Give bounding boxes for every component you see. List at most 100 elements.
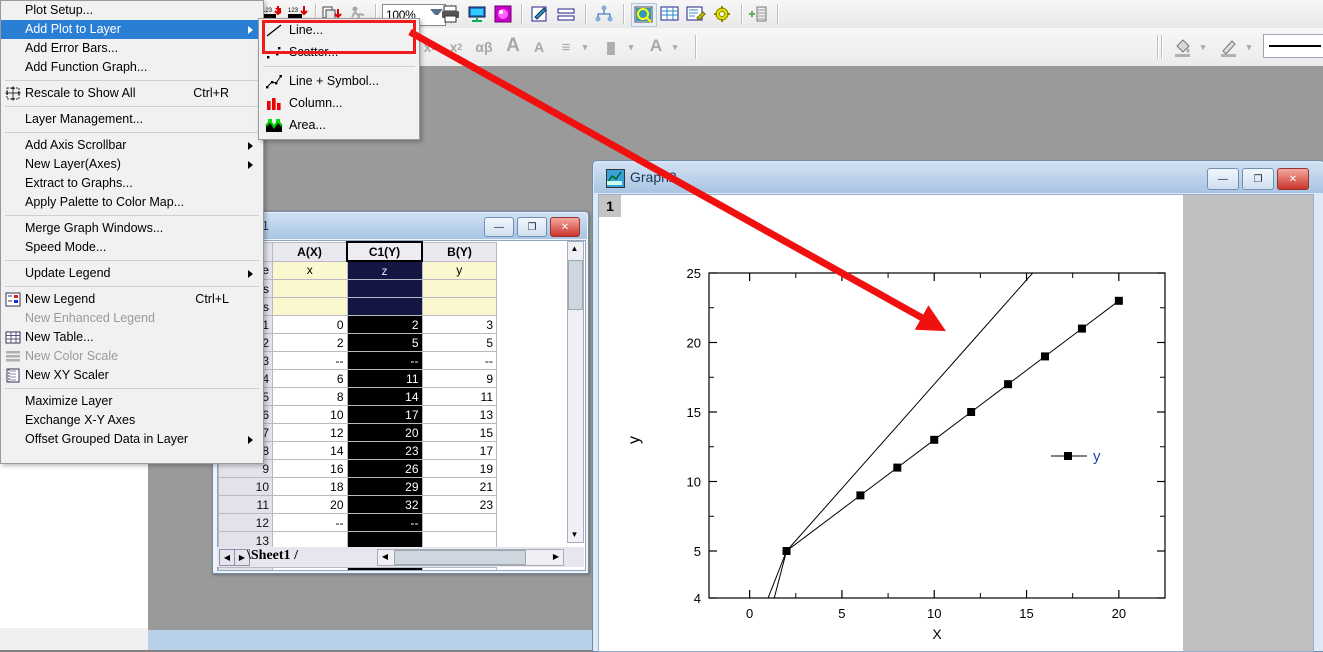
fill-color-dropdown-icon[interactable]: ▾: [1197, 39, 1209, 55]
menu-item-merge-graph-windows[interactable]: Merge Graph Windows...: [1, 219, 263, 238]
menu-item-rescale-to-show-all[interactable]: Rescale to Show All Ctrl+R: [1, 84, 263, 103]
sheet-tab[interactable]: \Sheet1 /: [247, 548, 298, 564]
increase-font-icon[interactable]: A: [501, 34, 525, 58]
worksheet-icon[interactable]: [659, 4, 681, 24]
submenu-item-scatter[interactable]: Scatter...: [259, 41, 419, 63]
row-header[interactable]: 10: [218, 477, 273, 496]
workbook-close-button[interactable]: ✕: [550, 217, 580, 237]
meta-cell[interactable]: x: [272, 260, 348, 280]
menu-item-add-plot-to-layer[interactable]: Add Plot to Layer: [1, 20, 263, 39]
notes-icon[interactable]: [685, 4, 707, 24]
data-cell[interactable]: 14: [272, 441, 348, 460]
zoom-preview-icon[interactable]: [631, 3, 657, 27]
menu-item-update-legend[interactable]: Update Legend: [1, 264, 263, 283]
submenu-item-line[interactable]: Line...: [259, 19, 419, 41]
subscript-icon[interactable]: x2: [419, 36, 441, 58]
meta-cell[interactable]: [346, 297, 423, 316]
data-cell[interactable]: 32: [346, 495, 423, 514]
data-cell[interactable]: [346, 567, 423, 570]
menu-item-layer-management[interactable]: Layer Management...: [1, 110, 263, 129]
plot-canvas[interactable]: 0 5 10 15 20 4 5 10 15 20 25 y X y: [599, 195, 1313, 651]
fill-color-icon[interactable]: [1171, 35, 1195, 59]
hierarchy-icon[interactable]: [593, 4, 615, 24]
data-cell[interactable]: 3: [421, 315, 497, 334]
row-header[interactable]: 11: [218, 495, 273, 514]
font-color-dropdown-icon[interactable]: ▾: [669, 39, 681, 55]
columns-dropdown-icon[interactable]: ▾: [625, 39, 637, 55]
add-plot-to-layer-submenu[interactable]: Line... Scatter... Line + Symbol... Column.…: [258, 18, 420, 140]
graph-close-button[interactable]: ✕: [1277, 168, 1309, 190]
column-header-ax[interactable]: A(X): [272, 241, 348, 262]
data-cell[interactable]: [421, 513, 497, 532]
print-icon[interactable]: [440, 4, 462, 24]
graph-maximize-button[interactable]: ❐: [1242, 168, 1274, 190]
data-cell[interactable]: --: [272, 513, 348, 532]
superscript-icon[interactable]: x2: [445, 36, 467, 58]
data-cell[interactable]: 17: [346, 405, 423, 424]
workbook-hscroll-thumb[interactable]: [394, 550, 526, 565]
data-cell[interactable]: 20: [346, 423, 423, 442]
data-cell[interactable]: 8: [272, 387, 348, 406]
workbook-minimize-button[interactable]: —: [484, 217, 514, 237]
data-cell[interactable]: 18: [272, 477, 348, 496]
context-menu[interactable]: Plot Setup... Add Plot to Layer Add Error …: [0, 0, 264, 464]
data-cell[interactable]: 5: [346, 333, 423, 352]
line-style-combobox[interactable]: Si: [1263, 34, 1323, 58]
project-explorer-panel[interactable]: [0, 462, 149, 629]
graph-window[interactable]: Graph2 — ❐ ✕ 0 5 10 15 20 4 5 10 15 20 25 y X y 1: [592, 160, 1323, 652]
data-cell[interactable]: 14: [346, 387, 423, 406]
meta-cell[interactable]: [421, 279, 497, 298]
data-cell[interactable]: 2: [346, 315, 423, 334]
align-icon[interactable]: ≡: [555, 36, 577, 58]
data-cell[interactable]: 2: [272, 333, 348, 352]
data-cell[interactable]: 19: [421, 459, 497, 478]
workbook-title-bar[interactable]: ok1 — ❐ ✕: [214, 213, 587, 239]
column-header-by[interactable]: B(Y): [421, 241, 497, 262]
results-log-icon[interactable]: [492, 4, 514, 24]
menu-item-add-axis-scrollbar[interactable]: Add Axis Scrollbar: [1, 136, 263, 155]
meta-cell[interactable]: y: [421, 260, 497, 280]
layer-badge[interactable]: 1: [599, 195, 621, 217]
row-header[interactable]: 12: [218, 513, 273, 532]
decrease-font-icon[interactable]: A: [529, 37, 549, 57]
workbook-horizontal-scrollbar[interactable]: ◀ ▶: [377, 549, 564, 566]
scroll-right-arrow-icon[interactable]: ▶: [549, 550, 563, 563]
tab-prev-button[interactable]: ◀: [219, 549, 235, 566]
code-builder-icon[interactable]: [529, 4, 551, 24]
data-cell[interactable]: 10: [272, 405, 348, 424]
align-dropdown-icon[interactable]: ▾: [579, 39, 591, 55]
table-row[interactable]: 10 18 29 21: [218, 477, 497, 496]
table-row[interactable]: 11 20 32 23: [218, 495, 497, 514]
workbook-tab-bar[interactable]: ◀ ▶ \Sheet1 / ◀ ▶: [217, 547, 584, 567]
scroll-down-arrow-icon[interactable]: ▼: [568, 528, 581, 542]
data-cell[interactable]: 23: [346, 441, 423, 460]
menu-item-exchange-x-y-axes[interactable]: Exchange X-Y Axes: [1, 411, 263, 430]
data-cell[interactable]: 16: [272, 459, 348, 478]
meta-cell[interactable]: [272, 297, 348, 316]
data-cell[interactable]: 21: [421, 477, 497, 496]
meta-cell[interactable]: [272, 279, 348, 298]
menu-item-new-xy-scaler[interactable]: New XY Scaler: [1, 366, 263, 385]
greek-icon[interactable]: αβ: [471, 36, 497, 58]
meta-cell[interactable]: z: [346, 260, 423, 280]
data-cell[interactable]: 23: [421, 495, 497, 514]
data-cell[interactable]: 26: [346, 459, 423, 478]
data-cell[interactable]: 5: [421, 333, 497, 352]
table-row[interactable]: 12 -- --: [218, 513, 497, 532]
menu-item-apply-palette-to-color-map[interactable]: Apply Palette to Color Map...: [1, 193, 263, 212]
data-cell[interactable]: [421, 567, 497, 570]
data-cell[interactable]: 0: [272, 315, 348, 334]
data-cell[interactable]: [272, 567, 348, 570]
menu-item-plot-setup[interactable]: Plot Setup...: [1, 1, 263, 20]
workbook-vscroll-thumb[interactable]: [568, 260, 583, 310]
column-header-c1y[interactable]: C1(Y): [346, 241, 423, 262]
menu-item-extract-to-graphs[interactable]: Extract to Graphs...: [1, 174, 263, 193]
submenu-item-area[interactable]: Area...: [259, 114, 419, 136]
data-cell[interactable]: --: [346, 513, 423, 532]
add-layer-icon[interactable]: [748, 4, 770, 24]
data-cell[interactable]: 6: [272, 369, 348, 388]
tools-icon[interactable]: [711, 4, 733, 24]
submenu-item-line-symbol[interactable]: Line + Symbol...: [259, 70, 419, 92]
submenu-item-column[interactable]: Column...: [259, 92, 419, 114]
graph-minimize-button[interactable]: —: [1207, 168, 1239, 190]
